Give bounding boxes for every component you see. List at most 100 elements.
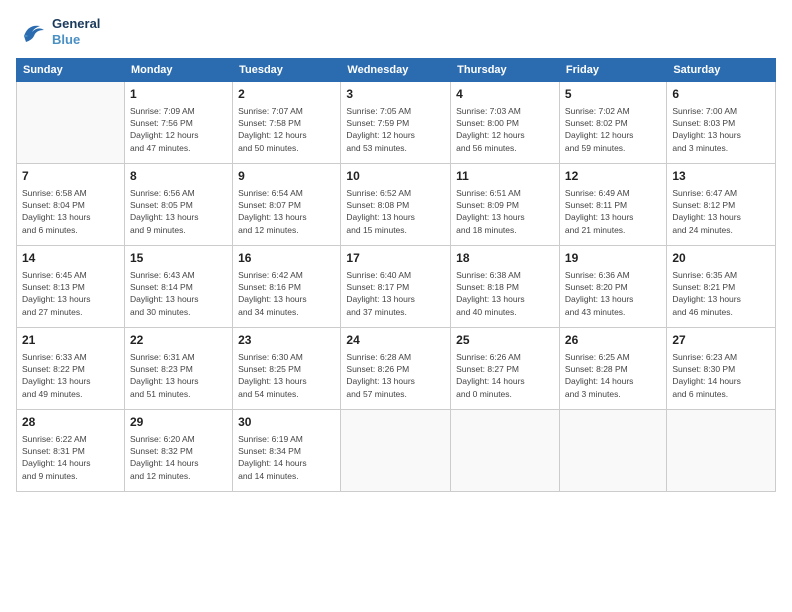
calendar-cell: 30 Sunrise: 6:19 AMSunset: 8:34 PMDayligh… bbox=[233, 410, 341, 492]
day-number: 22 bbox=[130, 332, 227, 349]
day-number: 24 bbox=[346, 332, 445, 349]
calendar-cell: 1 Sunrise: 7:09 AMSunset: 7:56 PMDaylight… bbox=[124, 82, 232, 164]
calendar-cell: 10Sunrise: 6:52 AMSunset: 8:08 PMDayligh… bbox=[341, 164, 451, 246]
day-info: Sunrise: 6:40 AMSunset: 8:17 PMDaylight:… bbox=[346, 269, 445, 318]
day-number: 3 bbox=[346, 86, 445, 103]
calendar-cell: 20 Sunrise: 6:35 AMSunset: 8:21 PMDayligh… bbox=[667, 246, 776, 328]
calendar-cell: 2 Sunrise: 7:07 AMSunset: 7:58 PMDaylight… bbox=[233, 82, 341, 164]
day-number: 10 bbox=[346, 168, 445, 185]
calendar-cell: 9 Sunrise: 6:54 AMSunset: 8:07 PMDaylight… bbox=[233, 164, 341, 246]
logo-blue: Blue bbox=[52, 32, 100, 48]
day-info: Sunrise: 6:30 AMSunset: 8:25 PMDaylight:… bbox=[238, 351, 335, 400]
calendar-cell bbox=[17, 82, 125, 164]
day-info: Sunrise: 7:09 AMSunset: 7:56 PMDaylight:… bbox=[130, 105, 227, 154]
day-number: 25 bbox=[456, 332, 554, 349]
days-of-week-row: SundayMondayTuesdayWednesdayThursdayFrid… bbox=[17, 59, 776, 82]
day-number: 23 bbox=[238, 332, 335, 349]
day-info: Sunrise: 7:02 AMSunset: 8:02 PMDaylight:… bbox=[565, 105, 661, 154]
day-info: Sunrise: 6:42 AMSunset: 8:16 PMDaylight:… bbox=[238, 269, 335, 318]
day-number: 14 bbox=[22, 250, 119, 267]
day-of-week-friday: Friday bbox=[559, 59, 666, 82]
calendar-cell: 18 Sunrise: 6:38 AMSunset: 8:18 PMDayligh… bbox=[451, 246, 560, 328]
calendar-table: SundayMondayTuesdayWednesdayThursdayFrid… bbox=[16, 58, 776, 492]
day-number: 7 bbox=[22, 168, 119, 185]
day-number: 15 bbox=[130, 250, 227, 267]
calendar-cell: 28Sunrise: 6:22 AMSunset: 8:31 PMDayligh… bbox=[17, 410, 125, 492]
calendar-cell bbox=[667, 410, 776, 492]
day-info: Sunrise: 6:33 AMSunset: 8:22 PMDaylight:… bbox=[22, 351, 119, 400]
day-number: 27 bbox=[672, 332, 770, 349]
week-row-3: 14 Sunrise: 6:45 AMSunset: 8:13 PMDayligh… bbox=[17, 246, 776, 328]
logo: General Blue bbox=[16, 16, 100, 48]
calendar-cell: 14 Sunrise: 6:45 AMSunset: 8:13 PMDayligh… bbox=[17, 246, 125, 328]
day-of-week-sunday: Sunday bbox=[17, 59, 125, 82]
calendar-cell: 26Sunrise: 6:25 AMSunset: 8:28 PMDayligh… bbox=[559, 328, 666, 410]
day-number: 6 bbox=[672, 86, 770, 103]
calendar-cell bbox=[559, 410, 666, 492]
day-number: 5 bbox=[565, 86, 661, 103]
day-info: Sunrise: 6:38 AMSunset: 8:18 PMDaylight:… bbox=[456, 269, 554, 318]
day-of-week-wednesday: Wednesday bbox=[341, 59, 451, 82]
calendar-cell: 12 Sunrise: 6:49 AMSunset: 8:11 PMDayligh… bbox=[559, 164, 666, 246]
calendar-cell: 27 Sunrise: 6:23 AMSunset: 8:30 PMDayligh… bbox=[667, 328, 776, 410]
day-of-week-monday: Monday bbox=[124, 59, 232, 82]
day-info: Sunrise: 7:07 AMSunset: 7:58 PMDaylight:… bbox=[238, 105, 335, 154]
day-info: Sunrise: 6:36 AMSunset: 8:20 PMDaylight:… bbox=[565, 269, 661, 318]
day-number: 18 bbox=[456, 250, 554, 267]
day-info: Sunrise: 6:49 AMSunset: 8:11 PMDaylight:… bbox=[565, 187, 661, 236]
day-number: 9 bbox=[238, 168, 335, 185]
day-number: 1 bbox=[130, 86, 227, 103]
day-number: 21 bbox=[22, 332, 119, 349]
day-info: Sunrise: 6:19 AMSunset: 8:34 PMDaylight:… bbox=[238, 433, 335, 482]
logo-general: General bbox=[52, 16, 100, 32]
day-number: 26 bbox=[565, 332, 661, 349]
day-number: 29 bbox=[130, 414, 227, 431]
day-info: Sunrise: 6:31 AMSunset: 8:23 PMDaylight:… bbox=[130, 351, 227, 400]
page-container: General Blue SundayMondayTuesdayWednesda… bbox=[0, 0, 792, 612]
week-row-4: 21 Sunrise: 6:33 AMSunset: 8:22 PMDayligh… bbox=[17, 328, 776, 410]
calendar-cell: 3 Sunrise: 7:05 AMSunset: 7:59 PMDaylight… bbox=[341, 82, 451, 164]
day-info: Sunrise: 7:05 AMSunset: 7:59 PMDaylight:… bbox=[346, 105, 445, 154]
calendar-cell: 21 Sunrise: 6:33 AMSunset: 8:22 PMDayligh… bbox=[17, 328, 125, 410]
calendar-cell: 8Sunrise: 6:56 AMSunset: 8:05 PMDaylight… bbox=[124, 164, 232, 246]
calendar-cell: 6 Sunrise: 7:00 AMSunset: 8:03 PMDaylight… bbox=[667, 82, 776, 164]
calendar-cell: 4Sunrise: 7:03 AMSunset: 8:00 PMDaylight… bbox=[451, 82, 560, 164]
logo-bird-icon bbox=[16, 16, 48, 48]
calendar-cell bbox=[451, 410, 560, 492]
day-number: 16 bbox=[238, 250, 335, 267]
calendar-cell: 15 Sunrise: 6:43 AMSunset: 8:14 PMDayligh… bbox=[124, 246, 232, 328]
calendar-cell: 24 Sunrise: 6:28 AMSunset: 8:26 PMDayligh… bbox=[341, 328, 451, 410]
calendar-cell: 17 Sunrise: 6:40 AMSunset: 8:17 PMDayligh… bbox=[341, 246, 451, 328]
day-number: 12 bbox=[565, 168, 661, 185]
day-info: Sunrise: 6:54 AMSunset: 8:07 PMDaylight:… bbox=[238, 187, 335, 236]
week-row-2: 7Sunrise: 6:58 AMSunset: 8:04 PMDaylight… bbox=[17, 164, 776, 246]
week-row-1: 1 Sunrise: 7:09 AMSunset: 7:56 PMDaylight… bbox=[17, 82, 776, 164]
day-number: 2 bbox=[238, 86, 335, 103]
calendar-cell: 7Sunrise: 6:58 AMSunset: 8:04 PMDaylight… bbox=[17, 164, 125, 246]
day-info: Sunrise: 7:00 AMSunset: 8:03 PMDaylight:… bbox=[672, 105, 770, 154]
calendar-cell: 22 Sunrise: 6:31 AMSunset: 8:23 PMDayligh… bbox=[124, 328, 232, 410]
day-info: Sunrise: 6:23 AMSunset: 8:30 PMDaylight:… bbox=[672, 351, 770, 400]
day-number: 30 bbox=[238, 414, 335, 431]
day-info: Sunrise: 6:20 AMSunset: 8:32 PMDaylight:… bbox=[130, 433, 227, 482]
day-info: Sunrise: 6:28 AMSunset: 8:26 PMDaylight:… bbox=[346, 351, 445, 400]
calendar-cell: 5 Sunrise: 7:02 AMSunset: 8:02 PMDaylight… bbox=[559, 82, 666, 164]
day-info: Sunrise: 6:35 AMSunset: 8:21 PMDaylight:… bbox=[672, 269, 770, 318]
day-number: 4 bbox=[456, 86, 554, 103]
day-of-week-saturday: Saturday bbox=[667, 59, 776, 82]
day-info: Sunrise: 6:43 AMSunset: 8:14 PMDaylight:… bbox=[130, 269, 227, 318]
calendar-cell: 25Sunrise: 6:26 AMSunset: 8:27 PMDayligh… bbox=[451, 328, 560, 410]
calendar-cell: 19 Sunrise: 6:36 AMSunset: 8:20 PMDayligh… bbox=[559, 246, 666, 328]
day-info: Sunrise: 6:22 AMSunset: 8:31 PMDaylight:… bbox=[22, 433, 119, 482]
day-info: Sunrise: 6:45 AMSunset: 8:13 PMDaylight:… bbox=[22, 269, 119, 318]
calendar-cell: 16 Sunrise: 6:42 AMSunset: 8:16 PMDayligh… bbox=[233, 246, 341, 328]
day-info: Sunrise: 6:47 AMSunset: 8:12 PMDaylight:… bbox=[672, 187, 770, 236]
calendar-cell bbox=[341, 410, 451, 492]
day-number: 17 bbox=[346, 250, 445, 267]
calendar-cell: 23 Sunrise: 6:30 AMSunset: 8:25 PMDayligh… bbox=[233, 328, 341, 410]
calendar-cell: 11Sunrise: 6:51 AMSunset: 8:09 PMDayligh… bbox=[451, 164, 560, 246]
day-number: 20 bbox=[672, 250, 770, 267]
calendar-body: 1 Sunrise: 7:09 AMSunset: 7:56 PMDaylight… bbox=[17, 82, 776, 492]
day-number: 19 bbox=[565, 250, 661, 267]
day-info: Sunrise: 6:51 AMSunset: 8:09 PMDaylight:… bbox=[456, 187, 554, 236]
